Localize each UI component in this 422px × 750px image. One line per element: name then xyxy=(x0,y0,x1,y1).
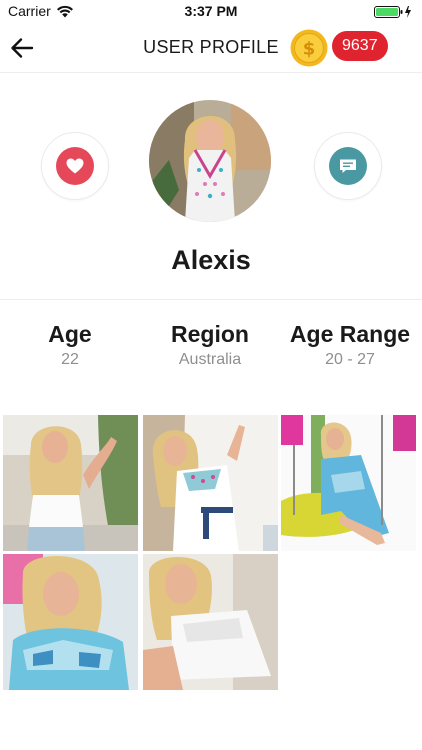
svg-text:$: $ xyxy=(303,39,316,60)
photo-gallery xyxy=(3,415,419,692)
gold-coin-icon[interactable]: $ xyxy=(290,29,328,67)
chat-bubble-icon xyxy=(340,159,356,173)
coin-balance-badge[interactable]: 9637 xyxy=(332,31,388,61)
gallery-photo[interactable] xyxy=(281,415,416,551)
gallery-photo[interactable] xyxy=(3,554,138,690)
profile-name: Alexis xyxy=(171,245,251,275)
app-header: USER PROFILE $ 9637 xyxy=(0,24,422,73)
stat-label: Region xyxy=(171,321,249,347)
stat-region: Region Australia xyxy=(140,318,280,370)
gallery-photo[interactable] xyxy=(143,554,278,690)
stat-age: Age 22 xyxy=(0,318,140,370)
stat-value: 22 xyxy=(61,351,79,368)
heart-icon xyxy=(66,158,84,174)
profile-card: Alexis xyxy=(0,73,422,300)
stat-value: Australia xyxy=(178,351,242,368)
stat-label: Age Range xyxy=(289,321,411,347)
stat-label: Age xyxy=(48,321,92,347)
battery-icon xyxy=(374,6,411,18)
like-button[interactable] xyxy=(41,132,109,200)
stat-age-range: Age Range 20 - 27 xyxy=(280,318,420,370)
profile-stats: Age 22 Region Australia Age Range 20 - 2… xyxy=(0,318,422,378)
avatar[interactable] xyxy=(149,100,271,222)
gallery-photo[interactable] xyxy=(3,415,138,551)
gallery-photo[interactable] xyxy=(143,415,278,551)
message-button[interactable] xyxy=(314,132,382,200)
status-time: 3:37 PM xyxy=(184,3,238,19)
stat-value: 20 - 27 xyxy=(325,351,375,368)
status-bar: Carrier 3:37 PM xyxy=(0,0,422,24)
